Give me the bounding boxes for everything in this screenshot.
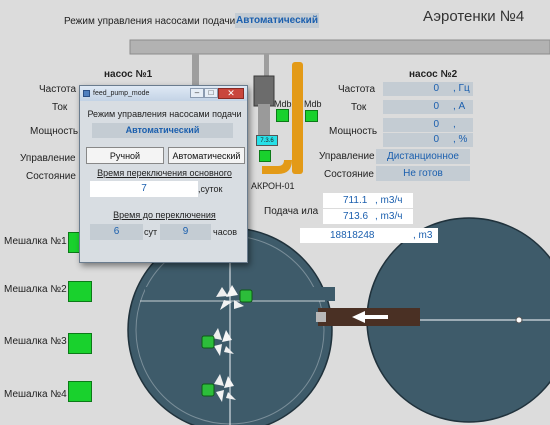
flow-total-field: 18818248 , m3 (300, 228, 438, 243)
switch-time-input[interactable]: 7 (90, 181, 198, 197)
mode-label: Режим управления насосами подачи (64, 16, 236, 27)
pump1-label-control: Управление (20, 153, 76, 164)
pump2-power-field: 0 , кВт (383, 118, 473, 144)
pump2-mdb-label: Mdb (304, 99, 322, 109)
pump2-load-value: 0 (433, 134, 439, 145)
pump1-mdb-label: Mdb (274, 99, 292, 109)
app-icon (83, 90, 90, 97)
pump2-label-control: Управление (319, 151, 375, 162)
days-unit: сут (144, 227, 158, 237)
pump1-mdb-indicator (276, 109, 289, 122)
switch-time-unit: ,суток (198, 184, 223, 194)
pump2-body (258, 104, 270, 138)
pump2-label-state: Состояние (324, 169, 374, 180)
feed-pump-mode-dialog: feed_pump_mode – □ ✕ Режим управления на… (79, 85, 248, 263)
pump1-label-power: Мощность (30, 126, 79, 137)
mode-value[interactable]: Автоматический (235, 13, 319, 28)
pump2-power-value: 0 (433, 119, 439, 130)
page-title: Аэротенки №4 (423, 8, 525, 25)
flow-value-2: 713.6 (343, 211, 369, 222)
dialog-title: feed_pump_mode (93, 90, 150, 97)
pump2-title: насос №2 (409, 69, 458, 80)
dialog-mode-value: Автоматический (92, 123, 233, 138)
mixer-1-label: Мешалка №1 (4, 236, 67, 247)
flow-label: Подача ила (264, 206, 319, 217)
pump2-label-current: Ток (351, 102, 367, 113)
mixer-2-indicator[interactable] (68, 281, 92, 302)
pump2-load-unit: , % (453, 134, 468, 145)
mixer-4-label: Мешалка №4 (4, 389, 67, 400)
close-icon[interactable]: ✕ (218, 88, 244, 99)
pump1-device: АКРОН-01 (251, 181, 295, 191)
until-switch-label: Время до переключения (113, 210, 216, 220)
pump2-freq-unit: , Гц (453, 83, 470, 94)
pipe-pump2 (264, 54, 269, 76)
pump2-state-value: Не готов (376, 166, 470, 181)
pump2-control-value[interactable]: Дистанционное (376, 149, 470, 164)
mixer-3-label: Мешалка №3 (4, 336, 67, 347)
pump2-label-freq: Частота (338, 84, 376, 95)
days-value: 6 (90, 224, 143, 240)
pump1-label-freq: Частота (39, 84, 77, 95)
pump1-label-state: Состояние (26, 171, 76, 182)
flow-total-value: 18818248 (330, 230, 375, 241)
pump2-label-power: Мощность (329, 126, 378, 137)
flow-unit-2: , m3/ч (375, 211, 403, 222)
pump2-motor (253, 75, 275, 107)
mixer-3-indicator[interactable] (68, 333, 92, 354)
hours-value: 9 (160, 224, 211, 240)
pump2-load-field: 0 , % (383, 133, 473, 147)
orange-pipe (292, 62, 303, 174)
flow-value-1: 711.1 (343, 195, 368, 206)
flow-field-1: 711.1 , m3/ч (323, 193, 413, 208)
pump2-freq-value: 0 (433, 83, 439, 94)
mixer-4-indicator[interactable] (68, 381, 92, 402)
auto-button[interactable]: Автоматический (168, 147, 245, 164)
maximize-icon[interactable]: □ (204, 88, 218, 98)
manual-button[interactable]: Ручной (86, 147, 164, 164)
flow-unit-1: , m3/ч (375, 195, 403, 206)
pump2-current-value: 0 (433, 101, 439, 112)
hours-unit: часов (213, 227, 238, 237)
pump2-mdb-indicator (305, 110, 318, 122)
top-pipe (129, 39, 550, 55)
dialog-mode-label: Режим управления насосами подачи (87, 109, 242, 119)
pump1-indicator (259, 150, 271, 162)
minimize-icon[interactable]: – (190, 88, 204, 98)
pump1-label-current: Ток (52, 102, 68, 113)
pump1-tag: 7.3.6 (256, 135, 278, 146)
flow-total-unit: , m3 (413, 230, 433, 241)
pump1-title: насос №1 (104, 69, 153, 80)
flow-field-2: 713.6 , m3/ч (323, 209, 413, 224)
mixer-2-label: Мешалка №2 (4, 284, 67, 295)
pump2-current-unit: , А (453, 101, 466, 112)
pump2-freq-field: 0 , Гц (383, 82, 473, 96)
pump2-current-field: 0 , А (383, 100, 473, 114)
